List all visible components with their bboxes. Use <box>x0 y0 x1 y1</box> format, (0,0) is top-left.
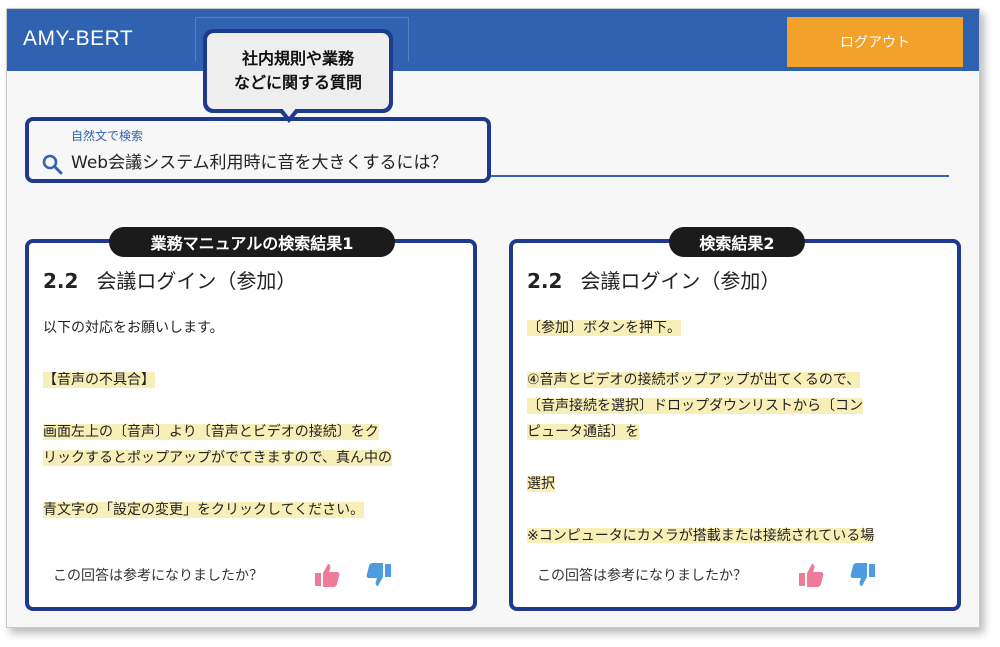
highlighted-text: 〔参加〕ボタンを押下。 <box>527 320 681 336</box>
result-line <box>527 497 947 523</box>
section-title: 会議ログイン（参加） <box>96 269 297 293</box>
result-line: 青文字の「設定の変更」をクリックしてください。 <box>43 497 463 523</box>
logout-button[interactable]: ログアウト <box>787 17 963 67</box>
result-line: 以下の対応をお願いします。 <box>43 315 463 341</box>
result-line: 選択 <box>527 471 947 497</box>
result-line: 〔参加〕ボタンを押下。 <box>527 315 947 341</box>
thumbs-down-icon[interactable] <box>365 561 393 589</box>
result-label-2: 検索結果2 <box>669 227 805 257</box>
callout-line-2: などに関する質問 <box>233 73 362 92</box>
result-card-2: 2.2 会議ログイン（参加） 〔参加〕ボタンを押下。 ④音声とビデオの接続ポップアッ… <box>509 239 961 611</box>
result-body: 〔参加〕ボタンを押下。 ④音声とビデオの接続ポップアップが出てくるので、 〔音声接続… <box>527 315 947 543</box>
highlighted-text: 選択 <box>527 476 555 492</box>
thumbs-up-icon[interactable] <box>313 561 341 589</box>
question-callout: 社内規則や業務 などに関する質問 <box>203 29 393 113</box>
highlighted-text: 青文字の「設定の変更」をクリックしてください。 <box>43 502 365 518</box>
result-line: ④音声とビデオの接続ポップアップが出てくるので、 <box>527 367 947 393</box>
search-input[interactable] <box>71 145 481 175</box>
section-title: 会議ログイン（参加） <box>580 269 781 293</box>
highlighted-text: 〔音声接続を選択〕ドロップダウンリストから〔コン <box>527 398 863 414</box>
feedback-question: この回答は参考になりましたか？ <box>53 568 263 584</box>
section-number: 2.2 <box>43 269 79 293</box>
result-text: 以下の対応をお願いします。 <box>43 320 224 336</box>
result-title: 2.2 会議ログイン（参加） <box>43 265 296 294</box>
highlighted-text: 画面左上の〔音声〕より〔音声とビデオの接続〕をク <box>43 424 379 440</box>
result-label-1: 業務マニュアルの検索結果1 <box>109 227 395 257</box>
search-box[interactable]: 自然文で検索 <box>25 117 491 183</box>
app-brand: AMY-BERT <box>23 27 134 50</box>
highlighted-text: ※コンピュータにカメラが搭載または接続されている場 <box>527 528 875 543</box>
result-line <box>43 341 463 367</box>
app-window: AMY-BERT ログアウト 自然文で検索 社内規則や業務 などに関する質問 2… <box>6 8 980 628</box>
highlighted-text: ④音声とビデオの接続ポップアップが出てくるので、 <box>527 372 861 388</box>
thumbs-up-icon[interactable] <box>797 561 825 589</box>
app-header: AMY-BERT ログアウト <box>7 9 979 71</box>
result-line: ※コンピュータにカメラが搭載または接続されている場 <box>527 523 947 543</box>
search-icon <box>42 154 63 175</box>
highlighted-text: リックするとポップアップがでてきますので、真ん中の <box>43 450 393 466</box>
result-line: ピュータ通話〕を <box>527 419 947 445</box>
result-title: 2.2 会議ログイン（参加） <box>527 265 780 294</box>
result-line <box>527 445 947 471</box>
feedback-question: この回答は参考になりましたか？ <box>537 568 747 584</box>
highlighted-text: 【音声の不具合】 <box>43 372 155 388</box>
result-line <box>527 341 947 367</box>
thumbs-down-icon[interactable] <box>849 561 877 589</box>
result-line: リックするとポップアップがでてきますので、真ん中の <box>43 445 463 471</box>
result-card-1: 2.2 会議ログイン（参加） 以下の対応をお願いします。 【音声の不具合】画面左上の… <box>25 239 477 611</box>
callout-tail-inner <box>281 107 297 117</box>
result-line: 画面左上の〔音声〕より〔音声とビデオの接続〕をク <box>43 419 463 445</box>
result-line <box>43 471 463 497</box>
section-number: 2.2 <box>527 269 563 293</box>
search-label: 自然文で検索 <box>71 129 144 143</box>
result-line: 【音声の不具合】 <box>43 367 463 393</box>
callout-line-1: 社内規則や業務 <box>241 49 354 68</box>
result-line: 〔音声接続を選択〕ドロップダウンリストから〔コン <box>527 393 947 419</box>
highlighted-text: ピュータ通話〕を <box>527 424 639 440</box>
result-body: 以下の対応をお願いします。 【音声の不具合】画面左上の〔音声〕より〔音声とビデオの… <box>43 315 463 543</box>
result-line <box>43 393 463 419</box>
